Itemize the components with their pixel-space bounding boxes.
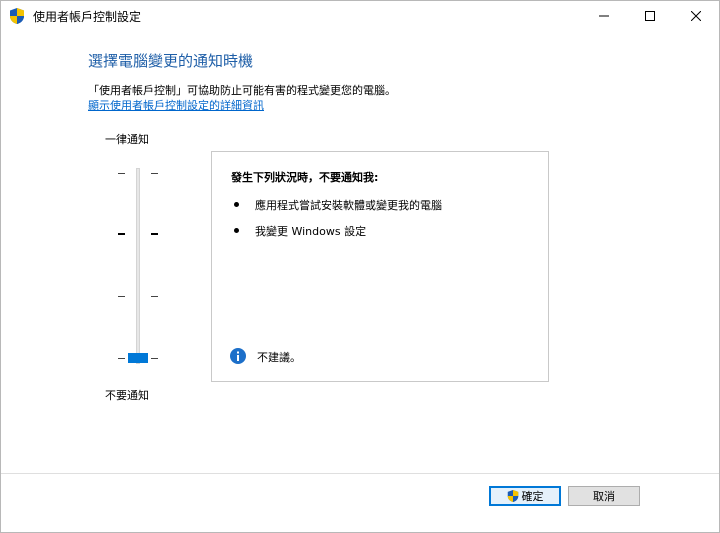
description-text: 「使用者帳戶控制」可協助防止可能有害的程式變更您的電腦。 xyxy=(88,84,396,97)
info-icon xyxy=(230,348,246,364)
window-title: 使用者帳戶控制設定 xyxy=(33,10,142,24)
cancel-button[interactable]: 取消 xyxy=(568,486,640,506)
slider-tick xyxy=(151,358,158,359)
slider-bottom-label: 不要通知 xyxy=(105,389,149,402)
recommendation-note: 不建議。 xyxy=(257,351,301,364)
ok-button[interactable]: 確定 xyxy=(489,486,561,506)
slider-tick xyxy=(151,233,158,235)
title-bar: 使用者帳戶控制設定 xyxy=(1,1,719,31)
level-description-item: 應用程式嘗試安裝軟體或變更我的電腦 xyxy=(255,199,442,212)
cancel-button-label: 取消 xyxy=(593,490,615,503)
uac-shield-icon xyxy=(507,490,518,502)
slider-tick xyxy=(151,173,158,174)
level-description-box: 發生下列狀況時，不要通知我: 應用程式嘗試安裝軟體或變更我的電腦 我變更 Win… xyxy=(211,151,549,382)
maximize-button[interactable] xyxy=(627,1,673,31)
slider-tick xyxy=(118,358,125,359)
details-link[interactable]: 顯示使用者帳戶控制設定的詳細資訊 xyxy=(88,97,264,113)
slider-tick xyxy=(118,233,125,235)
notification-slider-track[interactable] xyxy=(136,168,140,364)
slider-tick xyxy=(151,296,158,297)
uac-settings-window: 使用者帳戶控制設定 選擇電腦變更的通知時機 「使用者帳戶控制」可協助防止可能有害… xyxy=(0,0,720,533)
uac-shield-icon xyxy=(10,8,24,24)
slider-tick xyxy=(118,296,125,297)
minimize-icon xyxy=(599,15,609,17)
maximize-icon xyxy=(645,11,655,21)
page-heading: 選擇電腦變更的通知時機 xyxy=(88,52,254,70)
close-button[interactable] xyxy=(673,1,719,31)
level-description-item: 我變更 Windows 設定 xyxy=(255,225,367,238)
slider-tick xyxy=(118,173,125,174)
ok-button-label: 確定 xyxy=(521,490,544,503)
footer-divider xyxy=(1,473,719,474)
minimize-button[interactable] xyxy=(581,1,627,31)
bullet-icon xyxy=(234,228,239,233)
close-icon xyxy=(691,11,701,21)
notification-slider-thumb[interactable] xyxy=(128,353,148,363)
slider-top-label: 一律通知 xyxy=(105,133,149,146)
level-description-title: 發生下列狀況時，不要通知我: xyxy=(231,171,379,184)
bullet-icon xyxy=(234,202,239,207)
